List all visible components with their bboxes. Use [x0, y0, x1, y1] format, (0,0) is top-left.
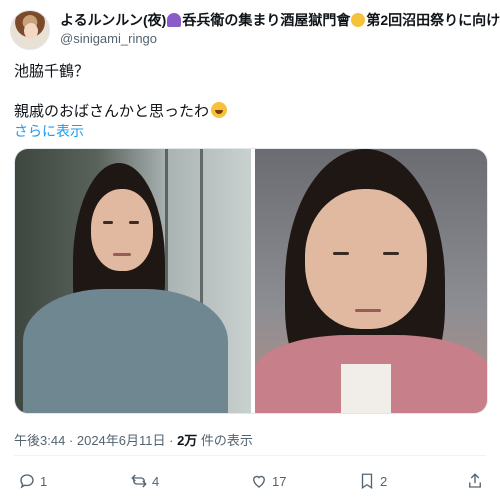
display-name-suffix: 呑兵衛の集まり酒屋獄門會 [182, 12, 351, 28]
display-name-tail: 第2回沼田祭りに向けて [366, 12, 500, 28]
rolling-on-floor-laughing-icon [211, 102, 228, 118]
post-meta: 午後3:44 · 2024年6月11日 · 2万 件の表示 [14, 430, 253, 449]
bookmark-icon [361, 473, 373, 490]
media-photo-2[interactable] [255, 149, 487, 413]
post-text-line-2: 親戚のおばさんかと思ったわ [14, 102, 484, 122]
media-grid [14, 148, 488, 414]
divider [14, 455, 486, 456]
post-header: よるルンルン(夜) 呑兵衛の集まり酒屋獄門會 第2回沼田祭りに向けて @siniga… [10, 10, 500, 50]
post-text: 池脇千鶴？ 親戚のおばさんかと思ったわ [14, 62, 484, 122]
repost-count: 4 [152, 473, 160, 489]
repost-button[interactable]: 4 [130, 470, 159, 492]
post-text-line-2-text: 親戚のおばさんかと思ったわ [14, 103, 210, 120]
heart-icon [253, 475, 265, 488]
media-photo-1[interactable] [15, 149, 251, 413]
post-text-line-1: 池脇千鶴？ [14, 63, 90, 80]
views-label: 件の表示 [197, 433, 253, 448]
reply-count: 1 [40, 473, 48, 489]
like-count: 17 [272, 473, 287, 489]
author-display-name[interactable]: よるルンルン(夜) 呑兵衛の集まり酒屋獄門會 第2回沼田祭りに向けて [60, 11, 500, 29]
share-icon [469, 473, 481, 488]
action-bar: 1 4 17 2 [14, 470, 486, 492]
post-timestamp[interactable]: 午後3:44 · 2024年6月11日 · [14, 433, 177, 448]
repost-icon [131, 474, 147, 488]
reply-button[interactable]: 1 [18, 470, 47, 492]
bookmark-button[interactable]: 2 [358, 470, 387, 492]
reply-icon [20, 474, 34, 489]
bookmark-count: 2 [380, 473, 388, 489]
grinning-face-icon [351, 13, 366, 27]
display-name-text: よるルンルン(夜) [60, 12, 167, 28]
share-button[interactable] [466, 470, 488, 492]
views-count: 2万 [177, 433, 198, 448]
avatar[interactable] [10, 10, 50, 50]
author-handle[interactable]: @sinigami_ringo [60, 31, 157, 47]
umbrella-icon [167, 13, 182, 27]
show-more-link[interactable]: さらに表示 [14, 121, 84, 141]
like-button[interactable]: 17 [250, 470, 286, 492]
